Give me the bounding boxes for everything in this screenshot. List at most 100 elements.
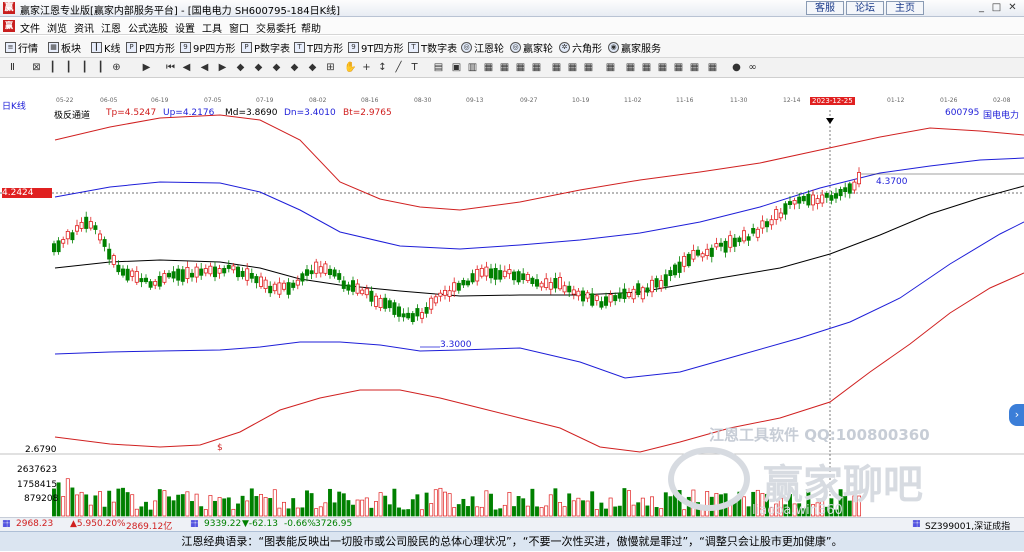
homepage-button[interactable]: 主页 [886,1,924,15]
app-menu-icon[interactable]: 赢 [3,20,15,32]
diamond1-icon[interactable]: ◆ [234,61,247,74]
forum-button[interactable]: 论坛 [846,1,884,15]
ruler-icon[interactable]: ⊞ [324,61,337,74]
volume-bar-121 [608,497,613,517]
volume-bar-91 [470,496,475,517]
toolbar-9p-square[interactable]: 9 9P四方形 [180,40,236,55]
prev2-icon[interactable]: ◀ [198,61,211,74]
next-icon[interactable]: ▶ [216,61,229,74]
maximize-icon[interactable]: □ [990,1,1003,14]
layout-icon[interactable]: ▥ [466,61,479,74]
minimize-icon[interactable]: _ [975,1,988,14]
cell-tool-icon[interactable]: ▦ [582,61,595,74]
candles-icon[interactable]: ┃ [46,61,59,74]
list-tool-icon[interactable]: ▦ [656,61,669,74]
view-tool-icon[interactable]: ▦ [640,61,653,74]
print-icon[interactable]: ▦ [514,61,527,74]
bars-tool-icon[interactable]: ▦ [566,61,579,74]
volume-bar-57 [314,508,319,517]
zoom-icon[interactable]: ⊕ [110,61,123,74]
up-label: Up=4.2176 [163,108,215,118]
volume-bar-43 [249,488,254,517]
first-icon[interactable]: ⏮ [164,61,177,74]
grid-tool-icon[interactable]: ▦ [482,61,495,74]
toolbar-kline[interactable]: ┃ K线 [91,40,121,55]
candle-body-29 [185,266,190,279]
text-icon[interactable]: T [408,61,421,74]
candles3-icon[interactable]: ┃ [78,61,91,74]
candles4-icon[interactable]: ┃ [94,61,107,74]
service-icon: ◉ [608,41,619,53]
info-tool-icon[interactable]: ▦ [706,61,719,74]
volume-bar-124 [622,488,627,517]
toolbar-t-square[interactable]: T T四方形 [294,40,343,55]
menu-tools[interactable]: 工具 [202,20,222,35]
menu-browse[interactable]: 浏览 [47,20,67,35]
candle-body-35 [212,266,217,278]
calc-icon[interactable]: ▤ [432,61,445,74]
toolbar-9p-square-label: 9P四方形 [193,43,236,55]
bar-chart-icon[interactable]: Ⅱ [6,61,19,74]
volume-bar-73 [387,504,392,517]
toolbar-quote[interactable]: ≡ 行情 [5,40,38,55]
toolbar-winner-wheel[interactable]: ◎ 赢家轮 [510,40,553,55]
menu-window[interactable]: 窗口 [229,20,249,35]
candle-body-99 [507,269,512,275]
infinity-icon[interactable]: ∞ [746,61,759,74]
toolbar-9t-square[interactable]: 9 9T四方形 [348,40,403,55]
candles2-icon[interactable]: ┃ [62,61,75,74]
volume-bar-131 [654,507,659,517]
monitor-icon[interactable]: ▦ [530,61,543,74]
menu-gann[interactable]: 江恩 [101,20,121,35]
customer-service-button[interactable]: 客服 [806,1,844,15]
toolbar-service[interactable]: ◉ 赢家服务 [608,40,661,55]
window-tool-icon[interactable]: ▦ [624,61,637,74]
toolbar-p-table[interactable]: P P数字表 [241,40,290,55]
save-icon[interactable]: ▣ [450,61,463,74]
volume-bar-41 [240,495,245,517]
candle-body-59 [323,263,328,274]
toolbar-hexagon[interactable]: ✲ 六角形 [559,40,602,55]
table-tool-icon[interactable]: ▦ [498,61,511,74]
menu-news[interactable]: 资讯 [74,20,94,35]
prev-icon[interactable]: ◀ [180,61,193,74]
candle-body-116 [585,292,590,299]
volume-bar-44 [254,496,259,517]
volume-bar-15 [121,487,125,517]
pattern-icon[interactable]: ⊠ [30,61,43,74]
toolbar-sector[interactable]: ▦ 板块 [48,40,81,55]
toolbar-gann-wheel[interactable]: ◎ 江恩轮 [461,40,504,55]
close-icon[interactable]: ✕ [1006,1,1019,14]
diamond3-icon[interactable]: ◆ [270,61,283,74]
candle-body-151 [746,236,751,241]
volume-bar-104 [530,488,535,517]
volume-bar-99 [507,492,512,517]
candle-body-112 [567,285,572,293]
volume-bar-12 [107,490,112,517]
diamond2-icon[interactable]: ◆ [252,61,265,74]
toolbar-t-table[interactable]: T T数字表 [408,40,457,55]
toolbar-p-square[interactable]: P P四方形 [126,40,175,55]
menu-help[interactable]: 帮助 [301,20,321,35]
image-tool-icon[interactable]: ▦ [672,61,685,74]
diamond4-icon[interactable]: ◆ [288,61,301,74]
notes-tool-icon[interactable]: ▦ [604,61,617,74]
crosshair-icon[interactable]: + [360,61,373,74]
color-icon[interactable]: ● [730,61,743,74]
pen-icon[interactable]: ↕ [376,61,389,74]
diamond5-icon[interactable]: ◆ [306,61,319,74]
menu-settings[interactable]: 设置 [175,20,195,35]
scroll-right-button[interactable]: › [1009,404,1024,426]
flag-icon[interactable]: ▶ [140,61,153,74]
candle-body-173 [847,183,852,194]
volume-bar-107 [544,505,549,517]
menu-trade[interactable]: 交易委托 [256,20,296,35]
export-tool-icon[interactable]: ▦ [688,61,701,74]
candle-body-126 [631,288,636,300]
hand-icon[interactable]: ✋ [344,61,357,74]
line-icon[interactable]: ╱ [392,61,405,74]
menu-file[interactable]: 文件 [20,20,40,35]
chart-tool-icon[interactable]: ▦ [550,61,563,74]
menu-formula-picker[interactable]: 公式选股 [128,20,168,35]
hexagon-icon: ✲ [559,41,570,53]
